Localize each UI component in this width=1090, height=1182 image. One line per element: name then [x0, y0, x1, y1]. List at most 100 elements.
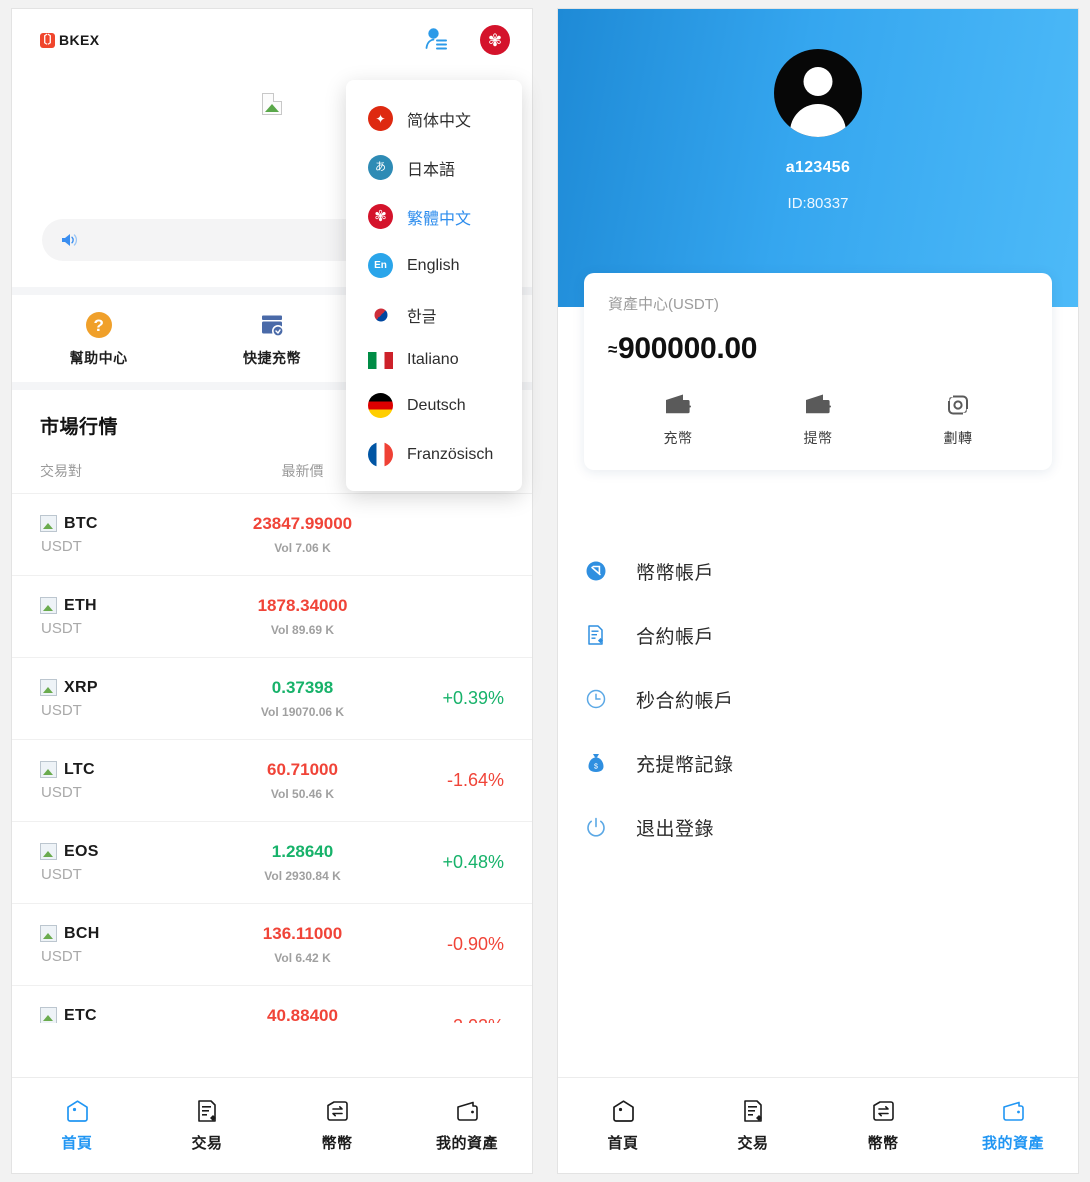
menu-label: 退出登錄 [636, 818, 715, 840]
asset-center-label: 資產中心(USDT) [608, 296, 719, 313]
deposit-action[interactable]: 充幣 [608, 392, 748, 448]
right-tabbar: 首頁 交易 幣幣 我的資產 [558, 1077, 1078, 1173]
language-option-en[interactable]: En English [346, 241, 522, 290]
last-price: 136.11000 [262, 924, 343, 943]
language-label: 简体中文 [407, 112, 472, 130]
table-row[interactable]: XRP USDT 0.37398 Vol 19070.06 K +0.39% [12, 657, 532, 739]
last-price: 0.37398 [271, 678, 334, 697]
language-option-zh-cn[interactable]: ✦ 简体中文 [346, 94, 522, 143]
language-label: 한글 [407, 308, 437, 326]
menu-item-contract-account[interactable]: 合約帳戶 [584, 603, 1052, 667]
language-label: 日本語 [407, 161, 456, 179]
tab-assets[interactable]: 我的資產 [948, 1098, 1078, 1153]
pair-quote: USDT [41, 947, 82, 965]
tab-label: 交易 [191, 1135, 223, 1152]
tab-home[interactable]: 首頁 [558, 1098, 688, 1153]
speaker-icon [60, 232, 80, 248]
language-option-de[interactable]: Deutsch [346, 381, 522, 430]
table-row[interactable]: LTC USDT 60.71000 Vol 50.46 K -1.64% [12, 739, 532, 821]
asset-total: ≈900000.00 [608, 332, 1028, 366]
pair-base: XRP [64, 678, 98, 696]
it-flag-icon [368, 351, 393, 369]
contract-account-icon [584, 624, 608, 646]
volume: Vol 6.42 K [274, 951, 331, 965]
menu-item-coin-account[interactable]: 幣幣帳戶 [584, 539, 1052, 603]
en-flag-icon: En [368, 253, 393, 278]
menu-item-logout[interactable]: 退出登錄 [584, 795, 1052, 859]
bkex-logo[interactable]: 〔〕 BKEX [36, 32, 100, 48]
logout-icon [584, 816, 608, 838]
quick-action-help[interactable]: ? 幫助中心 [12, 311, 185, 368]
account-menu: 幣幣帳戶 合約帳戶 秒合約帳戶 $ 充提幣記錄 退出登錄 [558, 539, 1078, 859]
tab-coin[interactable]: 幣幣 [818, 1098, 948, 1153]
left-tabbar: 首頁 交易 幣幣 我的資產 [12, 1077, 532, 1173]
language-option-it[interactable]: Italiano [346, 339, 522, 381]
language-label: Französisch [407, 445, 494, 463]
tab-trade[interactable]: 交易 [142, 1098, 272, 1153]
bkex-logo-icon: 〔〕 [36, 32, 59, 48]
question-circle-icon: ? [85, 311, 113, 339]
action-label: 提幣 [803, 430, 833, 446]
volume: Vol 50.46 K [270, 787, 335, 801]
menu-label: 充提幣記錄 [636, 754, 734, 776]
language-label: Deutsch [407, 396, 466, 414]
pair-base: LTC [64, 760, 95, 778]
cn-flag-icon: ✦ [368, 106, 393, 131]
volume: Vol 7.06 K [274, 541, 331, 555]
change-percent: -2.02% [390, 1016, 504, 1023]
fr-flag-icon [368, 442, 393, 467]
menu-label: 合約帳戶 [636, 626, 715, 648]
language-label: English [407, 256, 460, 274]
asset-card: 資產中心(USDT) ≈900000.00 充幣 提幣 劃轉 [584, 273, 1052, 470]
language-option-fr[interactable]: Französisch [346, 430, 522, 479]
right-phone-frame: a123456 ID:80337 資產中心(USDT) ≈900000.00 充… [557, 8, 1079, 1174]
table-row[interactable]: BCH USDT 136.11000 Vol 6.42 K -0.90% [12, 903, 532, 985]
tab-label: 交易 [737, 1135, 769, 1152]
withdraw-action[interactable]: 提幣 [748, 392, 888, 448]
pair-quote: USDT [41, 537, 82, 555]
table-row[interactable]: BTC USDT 23847.99000 Vol 7.06 K [12, 493, 532, 575]
tab-label: 首頁 [61, 1135, 93, 1152]
volume: Vol 19070.06 K [260, 705, 345, 719]
menu-item-second-contract[interactable]: 秒合約帳戶 [584, 667, 1052, 731]
pair-base: BCH [64, 924, 100, 942]
left-topbar: 〔〕 BKEX ✾ [12, 9, 532, 71]
language-option-ja[interactable]: あ 日本語 [346, 143, 522, 192]
last-price: 1878.34000 [257, 596, 348, 615]
table-row[interactable]: EOS USDT 1.28640 Vol 2930.84 K +0.48% [12, 821, 532, 903]
transfer-action[interactable]: 劃轉 [888, 392, 1028, 448]
language-dropdown[interactable]: ✦ 简体中文 あ 日本語 ✾ 繁體中文 En English 한글 Italia… [346, 80, 522, 491]
pair-base: ETC [64, 1006, 97, 1024]
tab-label: 我的資產 [435, 1135, 498, 1152]
quick-action-deposit[interactable]: 快捷充幣 [185, 311, 358, 368]
hk-flag-icon: ✾ [368, 204, 393, 229]
tab-home[interactable]: 首頁 [12, 1098, 142, 1153]
tab-assets[interactable]: 我的資產 [402, 1098, 532, 1153]
last-price: 60.71000 [267, 760, 338, 779]
change-percent: +0.39% [442, 688, 504, 708]
language-option-ko[interactable]: 한글 [346, 290, 522, 339]
tab-coin[interactable]: 幣幣 [272, 1098, 402, 1153]
coin-thumb-icon [40, 761, 57, 778]
user-list-icon[interactable] [424, 27, 450, 53]
menu-label: 幣幣帳戶 [636, 562, 715, 584]
volume: Vol 89.69 K [270, 623, 335, 637]
tab-trade[interactable]: 交易 [688, 1098, 818, 1153]
coin-thumb-icon [40, 843, 57, 860]
language-option-zh-tw[interactable]: ✾ 繁體中文 [346, 192, 522, 241]
pair-quote: USDT [41, 783, 82, 801]
coin-thumb-icon [40, 679, 57, 696]
tab-label: 我的資產 [981, 1135, 1044, 1152]
default-avatar-icon[interactable] [774, 49, 862, 137]
kr-flag-icon [368, 302, 393, 327]
menu-item-deposit-record[interactable]: $ 充提幣記錄 [584, 731, 1052, 795]
hk-flag-icon[interactable]: ✾ [480, 25, 510, 55]
approx-sign: ≈ [608, 340, 618, 359]
quick-deposit-icon [258, 311, 286, 339]
table-row[interactable]: ETC USDT 40.88400 Vol 165.60 K -2.02% [12, 985, 532, 1023]
market-rows[interactable]: BTC USDT 23847.99000 Vol 7.06 K ETH USDT [12, 493, 532, 1023]
asset-amount-value: 900000.00 [618, 332, 758, 365]
table-row[interactable]: ETH USDT 1878.34000 Vol 89.69 K [12, 575, 532, 657]
screen: 〔〕 BKEX ✾ ? 幫助中心 快捷充幣 市場行情 交易對 最新價 BTC U… [0, 0, 1090, 1182]
language-label: 繁體中文 [407, 210, 472, 228]
